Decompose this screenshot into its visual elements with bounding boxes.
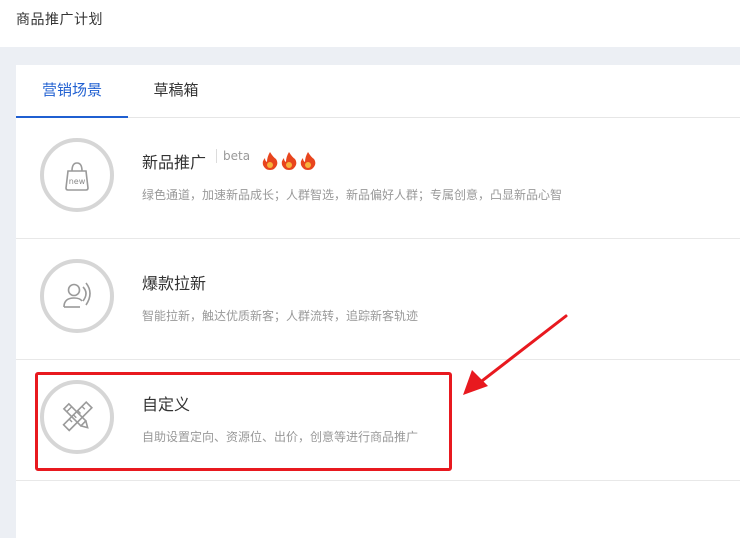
tab-marketing-scenes[interactable]: 营销场景 (16, 65, 128, 118)
new-label: new (69, 177, 86, 186)
scene-item-new-product[interactable]: new 新品推广 beta 绿色通道，加速新品成长；人群智选，新品偏好人群；专属… (16, 118, 740, 239)
fire-icon (281, 152, 297, 170)
fire-icon (262, 152, 278, 170)
new-bag-icon: new (65, 162, 89, 191)
tab-bar: 营销场景 草稿箱 (16, 65, 740, 118)
fire-icon (300, 152, 316, 170)
scene-title: 新品推广 (142, 153, 207, 172)
tab-drafts[interactable]: 草稿箱 (140, 65, 212, 117)
scene-icon-ring: new (40, 138, 114, 212)
beta-badge: beta (216, 149, 250, 163)
scene-description: 智能拉新，触达优质新客；人群流转，追踪新客轨迹 (142, 309, 419, 323)
scene-title: 爆款拉新 (142, 274, 207, 293)
hot-indicator (261, 151, 319, 175)
user-new-icon (63, 282, 91, 308)
page-title: 商品推广计划 (16, 12, 103, 28)
top-bar: 商品推广计划 (0, 0, 740, 47)
highlight-box (35, 372, 452, 471)
scene-icon-ring (40, 259, 114, 333)
annotation-arrow-icon (463, 314, 568, 395)
scene-description: 绿色通道，加速新品成长；人群智选，新品偏好人群；专属创意，凸显新品心智 (142, 188, 563, 202)
scene-item-hot-acquire[interactable]: 爆款拉新 智能拉新，触达优质新客；人群流转，追踪新客轨迹 (16, 239, 740, 360)
